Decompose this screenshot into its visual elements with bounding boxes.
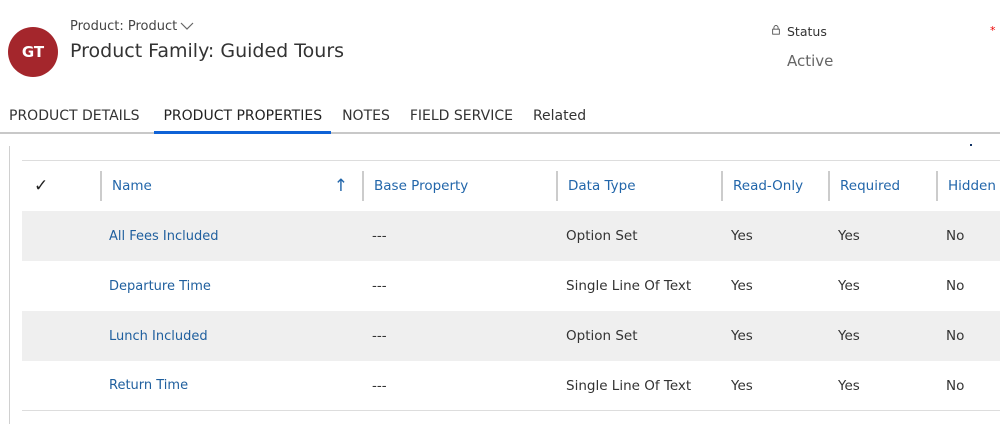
column-header-name[interactable]: Name ↑ [100,171,362,201]
section-divider [9,146,10,424]
base-property: --- [372,377,387,394]
required: Yes [838,278,860,294]
required: Yes [838,377,860,394]
column-header-base-property[interactable]: Base Property [362,171,556,201]
data-type: Single Line Of Text [566,278,692,294]
status-label: Status [787,24,827,39]
column-label: Name [112,178,152,194]
column-header-read-only[interactable]: Read-Only [721,171,828,201]
data-type: Option Set [566,228,638,244]
read-only: Yes [731,228,753,244]
avatar: GT [8,27,58,77]
base-property: --- [372,278,387,294]
tab-bar: PRODUCT DETAILS PRODUCT PROPERTIES NOTES… [0,108,1000,134]
page-title: Product Family: Guided Tours [70,40,345,62]
status-value: Active [787,52,834,70]
data-type: Single Line Of Text [566,377,692,394]
column-header-hidden[interactable]: Hidden [936,171,1000,201]
property-name-link[interactable]: Departure Time [100,279,362,294]
read-only: Yes [731,278,753,294]
lock-icon [772,25,780,35]
chevron-down-icon[interactable] [180,22,194,30]
entity-selector[interactable]: Product: Product [70,19,177,34]
hidden: No [946,228,965,244]
base-property: --- [372,228,387,244]
grid-body: All Fees Included --- Option Set Yes Yes… [22,211,1000,411]
property-name-link[interactable]: Lunch Included [100,329,362,344]
tab-product-details[interactable]: PRODUCT DETAILS [0,108,148,132]
property-name-link[interactable]: Return Time [100,378,362,393]
required-indicator: * [990,24,996,37]
tab-related[interactable]: Related [524,108,595,132]
column-header-data-type[interactable]: Data Type [556,171,721,201]
property-name-link[interactable]: All Fees Included [100,229,362,244]
tab-notes[interactable]: NOTES [333,108,399,132]
data-type: Option Set [566,328,638,344]
grid-header: ✓ Name ↑ Base Property Data Type Read-Onl… [22,161,1000,211]
read-only: Yes [731,377,753,394]
required: Yes [838,228,860,244]
hidden: No [946,278,965,294]
tab-product-properties[interactable]: PRODUCT PROPERTIES [154,108,332,134]
hidden: No [946,328,965,344]
table-row[interactable]: Departure Time --- Single Line Of Text Y… [22,261,1000,311]
sort-ascending-icon[interactable]: ↑ [334,171,348,201]
table-row[interactable]: Lunch Included --- Option Set Yes Yes No [22,311,1000,361]
read-only: Yes [731,328,753,344]
select-all-checkbox[interactable]: ✓ [22,171,100,201]
tab-field-service[interactable]: FIELD SERVICE [401,108,522,132]
table-row[interactable]: All Fees Included --- Option Set Yes Yes… [22,211,1000,261]
required: Yes [838,328,860,344]
dot-marker [970,144,972,146]
column-header-required[interactable]: Required [828,171,936,201]
table-row[interactable]: Return Time --- Single Line Of Text Yes … [22,361,1000,411]
base-property: --- [372,328,387,344]
properties-grid: ✓ Name ↑ Base Property Data Type Read-Onl… [22,160,1000,411]
hidden: No [946,377,965,394]
